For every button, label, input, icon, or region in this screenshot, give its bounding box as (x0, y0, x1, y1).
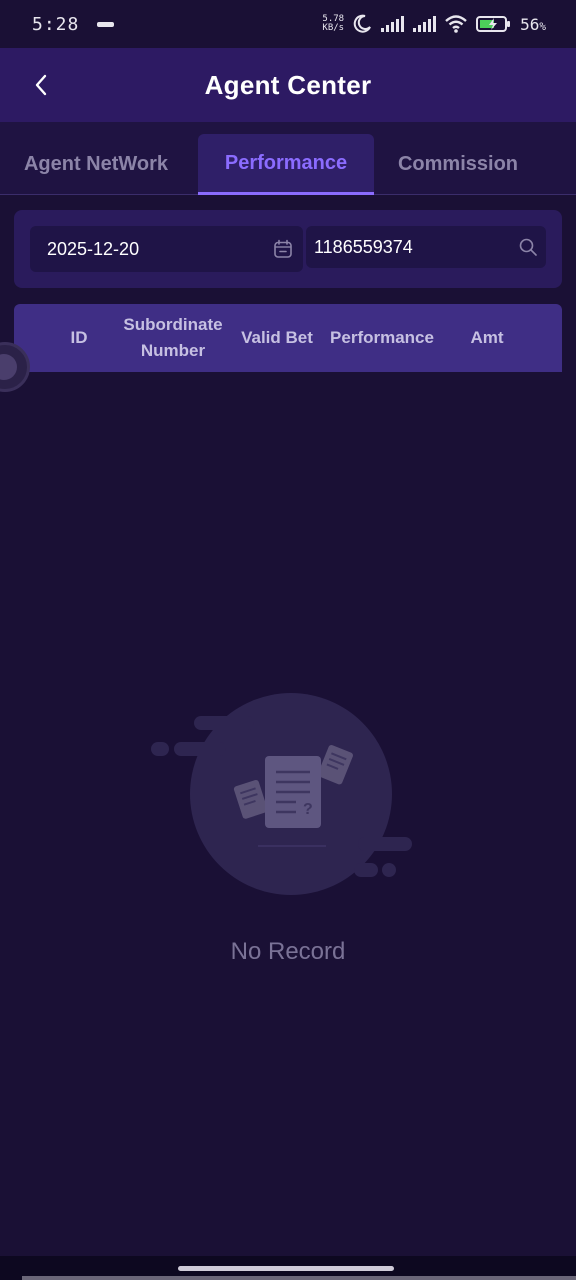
search-input[interactable]: 1186559374 (306, 226, 546, 268)
column-performance: Performance (330, 328, 434, 347)
date-picker[interactable]: 2025-12-20 (30, 226, 303, 272)
battery-value: 56 (520, 14, 540, 34)
search-value: 1186559374 (314, 236, 413, 257)
svg-text:?: ? (303, 801, 313, 818)
net-speed-unit: KB/s (322, 23, 345, 33)
battery-suffix: % (539, 19, 546, 33)
search-icon[interactable] (518, 237, 538, 257)
no-record-illustration: ? (151, 693, 412, 895)
date-value: 2025-12-20 (47, 238, 140, 259)
status-time: 5:28 (32, 13, 80, 35)
calendar-icon[interactable] (273, 239, 293, 259)
page-title: Agent Center (204, 69, 372, 100)
battery-percent: 56% (520, 15, 546, 34)
tab-commission[interactable]: Commission (378, 134, 538, 195)
back-button[interactable] (26, 70, 56, 100)
battery-icon (476, 16, 511, 32)
tab-performance[interactable]: Performance (198, 134, 374, 195)
back-arrow-icon (35, 74, 47, 96)
app-header: Agent Center (0, 48, 576, 122)
home-indicator[interactable] (178, 1266, 394, 1271)
status-left: 5:28 (32, 13, 115, 35)
tab-agent-network[interactable]: Agent NetWork (0, 134, 192, 195)
status-right: 5.78 KB/s 56% (322, 14, 546, 34)
column-subordinate-number: Subordinate Number (123, 315, 223, 360)
signal-icon (381, 16, 405, 32)
moon-icon (353, 14, 372, 33)
empty-state-text: No Record (230, 938, 346, 965)
filter-panel: 2025-12-20 1186559374 (14, 210, 562, 288)
notification-icon (97, 21, 115, 27)
table-header: ID Subordinate Number Valid Bet Performa… (14, 304, 562, 372)
status-bar: 5:28 5.78 KB/s 56% (0, 0, 576, 48)
wifi-icon (445, 15, 467, 33)
net-speed: 5.78 KB/s (322, 15, 344, 33)
column-valid-bet: Valid Bet (241, 328, 313, 347)
bottom-strip (22, 1276, 576, 1280)
tab-bar: Agent NetWork Performance Commission (0, 122, 576, 195)
signal-icon-2 (413, 16, 437, 32)
column-id: ID (70, 328, 88, 347)
column-amt: Amt (470, 328, 504, 347)
